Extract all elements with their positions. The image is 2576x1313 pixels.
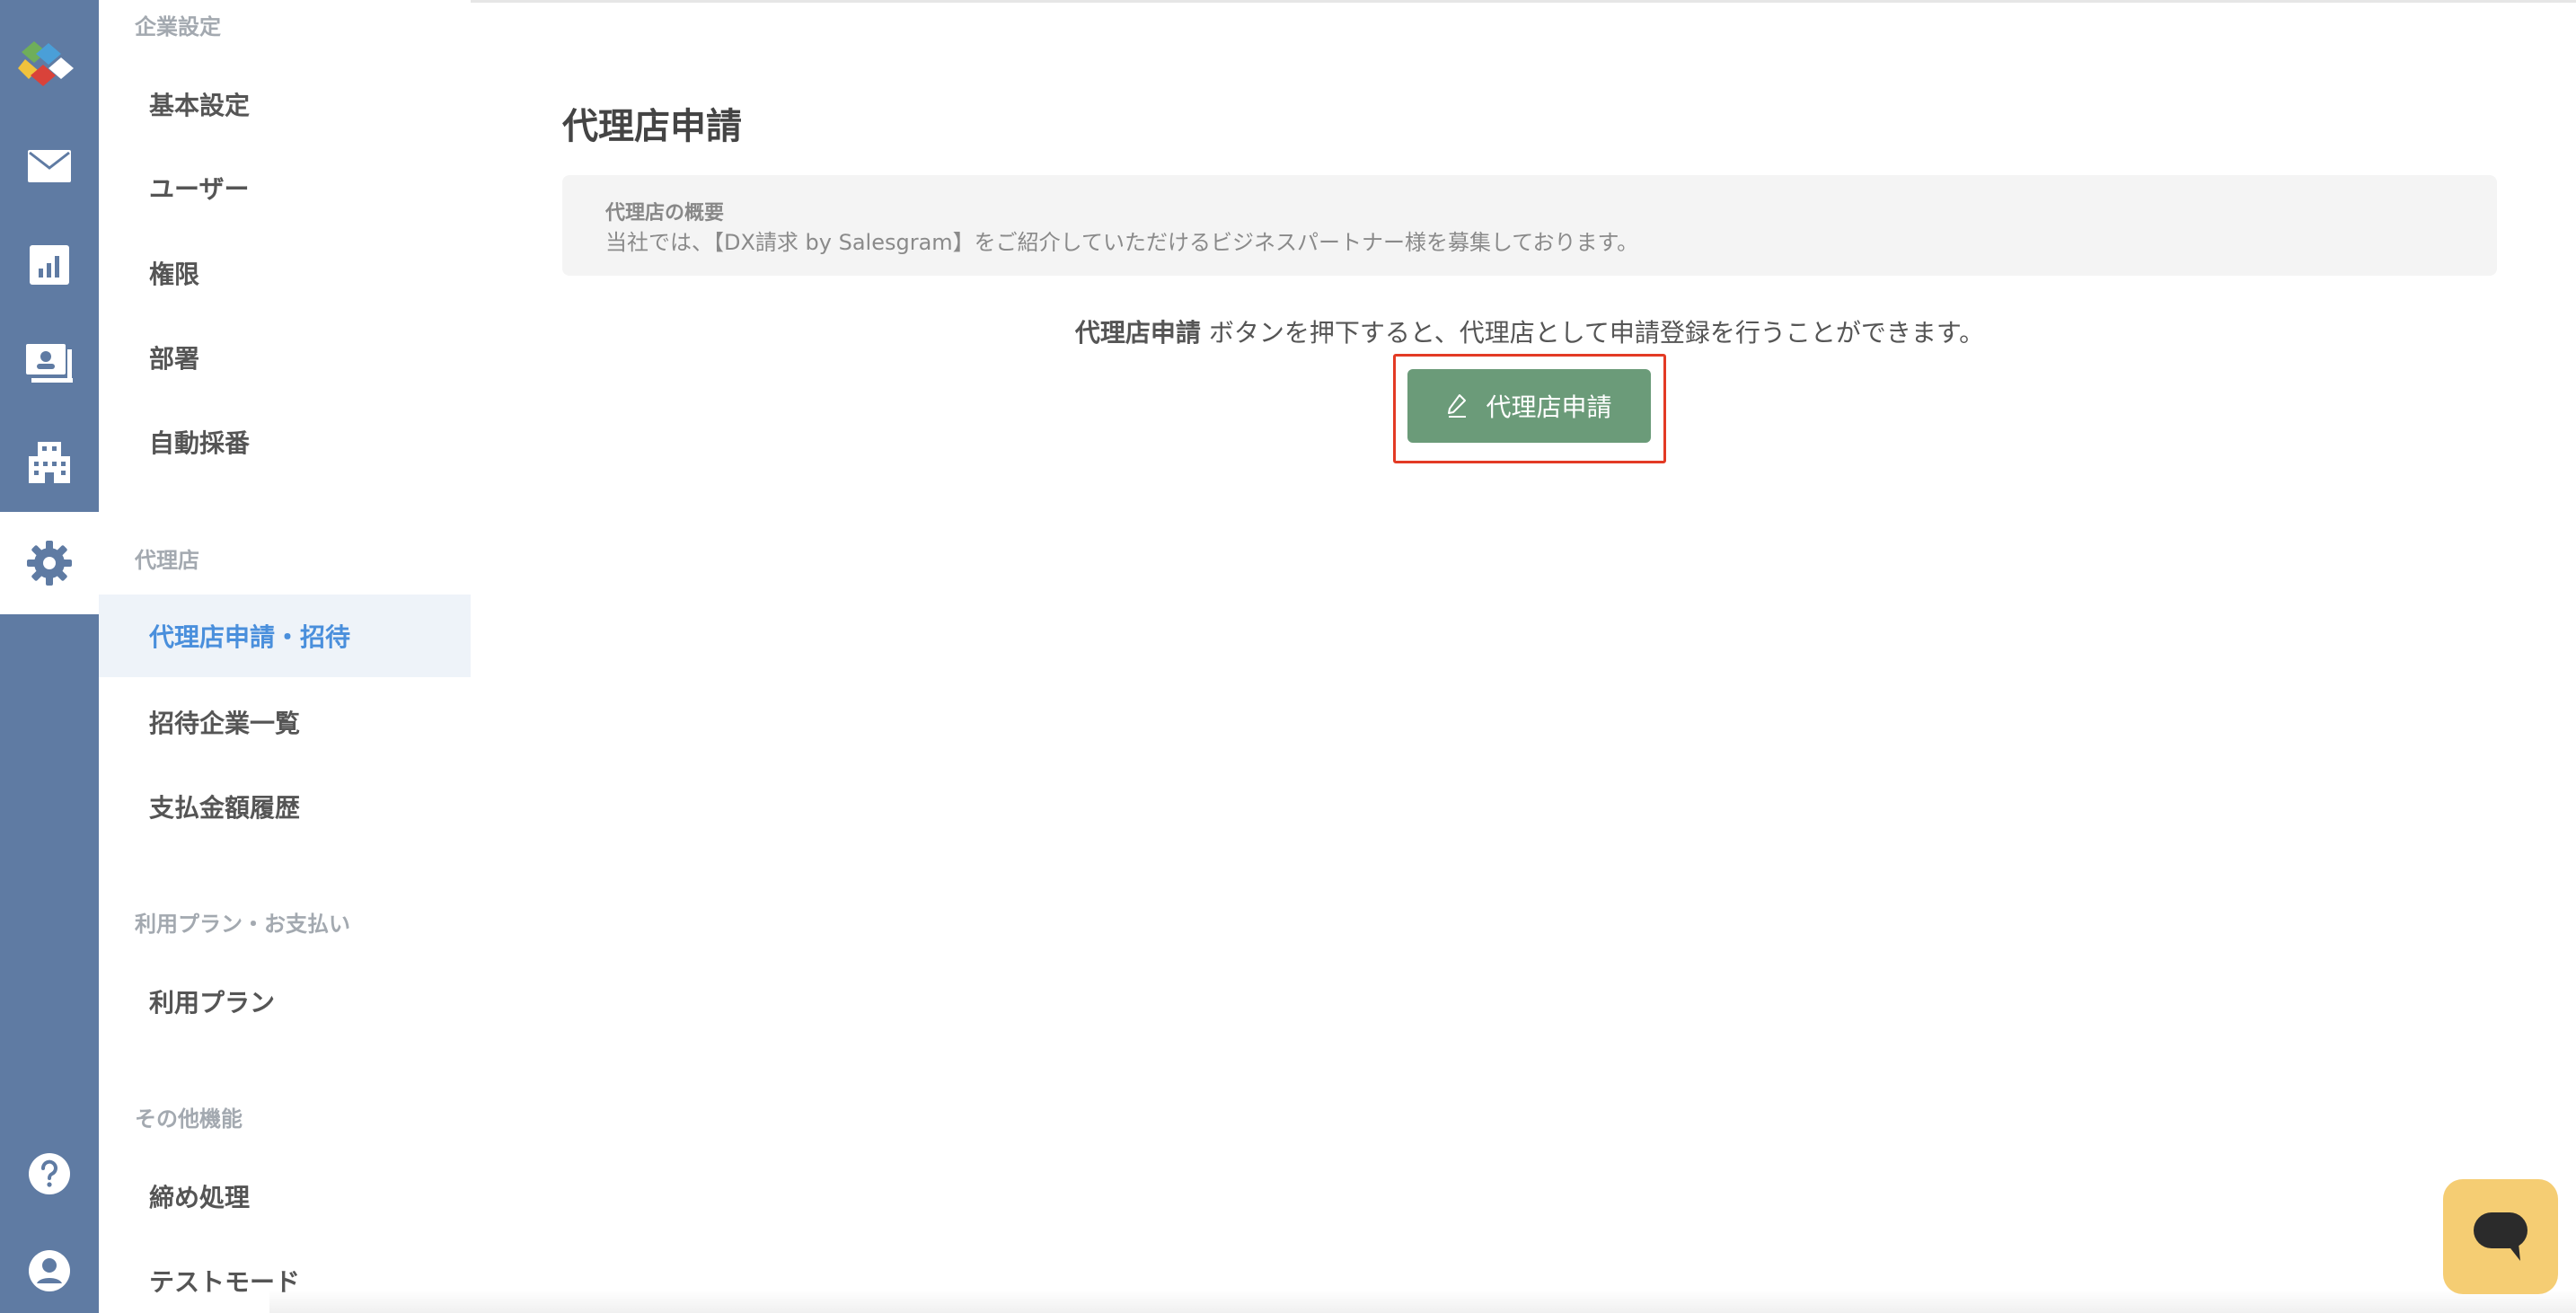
mail-nav[interactable] <box>0 117 99 216</box>
overview-description: 当社では、【DX請求 by Salesgram】をご紹介していただけるビジネスパ… <box>605 230 1639 255</box>
section-title-company: 企業設定 <box>135 14 221 40</box>
agency-overview-panel: 代理店の概要 当社では、【DX請求 by Salesgram】をご紹介していただ… <box>562 175 2497 276</box>
company-nav[interactable] <box>0 413 99 512</box>
user-circle-icon <box>29 1250 70 1291</box>
salesgram-logo-icon[interactable] <box>16 34 83 92</box>
sidebar-item-agency-apply[interactable]: 代理店申請・招待 <box>99 595 471 677</box>
invoice-icon <box>26 344 73 383</box>
bar-chart-icon <box>30 245 69 285</box>
section-title-other: その他機能 <box>135 1106 243 1132</box>
instruction-text: 代理店申請 ボタンを押下すると、代理店として申請登録を行うことができます。 <box>0 313 2576 349</box>
top-border <box>471 0 2576 3</box>
pencil-icon <box>1448 394 1467 418</box>
settings-nav[interactable] <box>0 512 99 614</box>
settings-sidebar: 企業設定 基本設定 ユーザー 権限 部署 自動採番 代理店 代理店申請・招待 招… <box>99 0 471 1313</box>
sidebar-item-auto-numbering[interactable]: 自動採番 <box>99 401 471 483</box>
page-title: 代理店申請 <box>562 106 742 147</box>
section-title-plan: 利用プラン・お支払い <box>135 912 350 937</box>
sidebar-item-invited-companies[interactable]: 招待企業一覧 <box>99 681 471 763</box>
section-title-agency: 代理店 <box>135 548 199 573</box>
mail-icon <box>28 150 71 182</box>
chat-icon <box>2474 1212 2527 1261</box>
sidebar-item-basic-settings[interactable]: 基本設定 <box>99 63 471 145</box>
sidebar-item-closing[interactable]: 締め処理 <box>99 1155 471 1238</box>
sidebar-item-permissions[interactable]: 権限 <box>99 232 471 314</box>
sidebar-item-users[interactable]: ユーザー <box>99 146 471 229</box>
sidebar-item-payment-history[interactable]: 支払金額履歴 <box>99 765 471 848</box>
agency-apply-button-label: 代理店申請 <box>1486 392 1612 422</box>
building-icon <box>29 442 70 483</box>
account-nav[interactable] <box>0 1221 99 1313</box>
agency-apply-button[interactable]: 代理店申請 <box>1407 369 1651 443</box>
icon-rail <box>0 0 99 1313</box>
report-nav[interactable] <box>0 216 99 314</box>
sidebar-item-plan[interactable]: 利用プラン <box>99 960 471 1043</box>
instruction-rest: ボタンを押下すると、代理店として申請登録を行うことができます。 <box>1200 318 1985 348</box>
help-nav[interactable] <box>0 1124 99 1223</box>
bottom-shadow <box>269 1290 2576 1313</box>
chat-widget-button[interactable] <box>2443 1179 2558 1294</box>
instruction-strong: 代理店申請 <box>1074 318 1201 348</box>
overview-title: 代理店の概要 <box>605 202 725 225</box>
gear-icon <box>27 541 72 586</box>
help-icon <box>29 1153 70 1194</box>
